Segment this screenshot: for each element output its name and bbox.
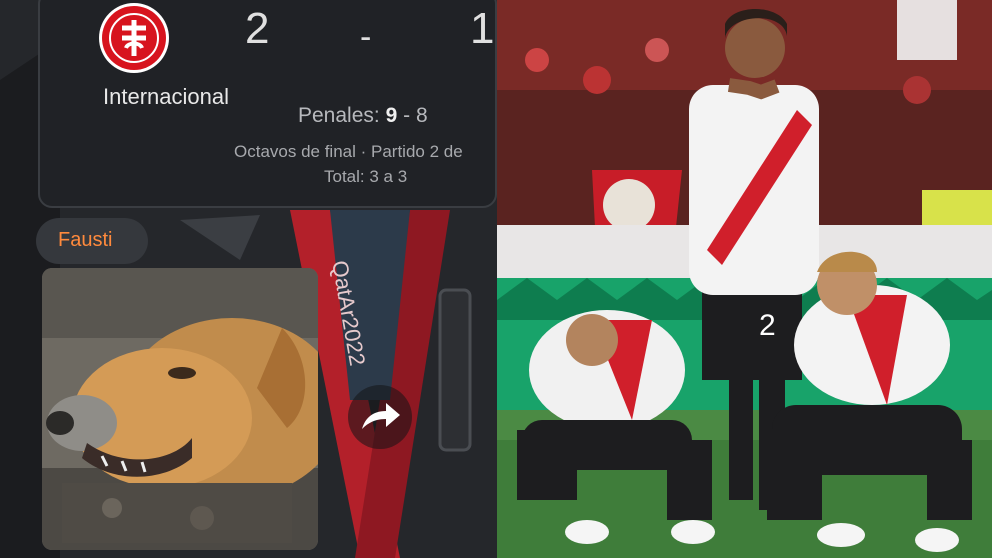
match-stage: Octavos de final · Partido 2 de [234, 142, 463, 161]
penalties-label: Penales: [298, 104, 380, 127]
penalties-away: 8 [415, 104, 428, 127]
share-button[interactable] [348, 385, 412, 449]
team-name: Internacional [103, 84, 229, 109]
internacional-crest-icon [99, 3, 169, 73]
svg-text:2: 2 [759, 309, 776, 342]
penalties-separator: - [403, 104, 411, 127]
penalties-home: 9 [385, 104, 398, 127]
author-name: Fausti [58, 229, 113, 251]
left-panel: QatAr2022 Internacional 2 - 1 Penales: 9… [0, 0, 497, 558]
home-score: 2 [245, 4, 270, 53]
author-chip[interactable]: Fausti [36, 218, 148, 264]
share-arrow-icon [362, 403, 400, 429]
away-score: 1 [470, 4, 495, 53]
score-separator: - [360, 18, 372, 56]
aggregate-total: Total: 3 a 3 [324, 167, 408, 186]
dog-photo [42, 268, 318, 550]
match-photo: 2 [497, 0, 992, 558]
penalties-line: Penales: 9 - 8 [298, 104, 428, 128]
